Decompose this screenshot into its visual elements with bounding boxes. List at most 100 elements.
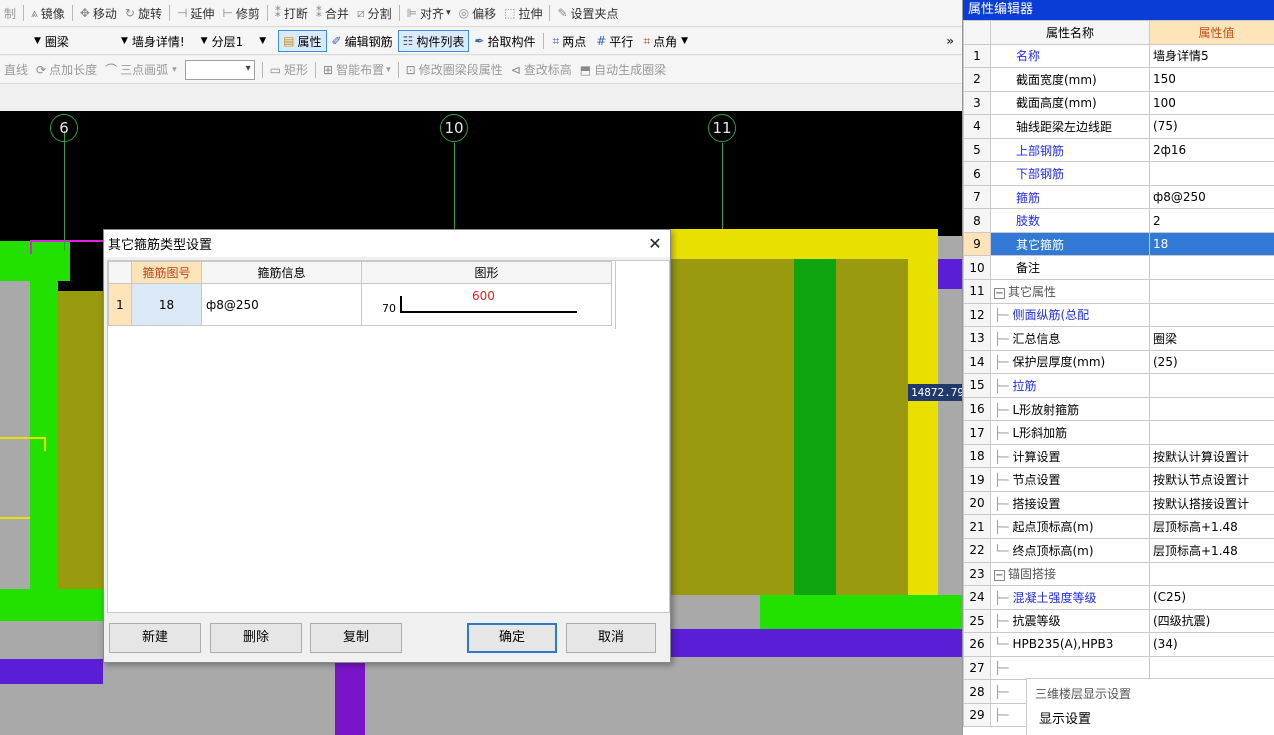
property-row[interactable]: 7 箍筋 ф8@250: [963, 184, 1274, 210]
property-row[interactable]: 4 轴线距梁左边线距 (75): [963, 114, 1274, 139]
property-row[interactable]: 3 截面高度(mm) 100: [963, 90, 1274, 116]
property-name-cell[interactable]: 截面宽度(mm): [990, 67, 1150, 92]
toolbar-overflow-button[interactable]: »: [942, 30, 958, 52]
property-row[interactable]: 22 └─ 终点顶标高(m) 层顶标高+1.48: [963, 538, 1274, 563]
property-name-cell[interactable]: ├─ L形放射箍筋: [990, 396, 1150, 422]
property-name-cell[interactable]: ├─ 起点顶标高(m): [990, 514, 1150, 540]
property-value-cell[interactable]: 墙身详情5: [1149, 43, 1274, 69]
stretch-tool[interactable]: ⬚ 拉伸: [500, 2, 546, 24]
property-name-cell[interactable]: ├─ 汇总信息: [990, 326, 1150, 351]
property-name-cell[interactable]: └─ HPB235(A),HPB3: [990, 632, 1150, 657]
point-angle-button[interactable]: ⌗ 点角 ▼: [638, 30, 693, 52]
two-points-button[interactable]: ⌗ 两点: [547, 30, 591, 52]
edit-rebar-button[interactable]: ✐ 编辑钢筋: [327, 30, 398, 52]
property-value-cell[interactable]: [1149, 420, 1274, 445]
split-tool[interactable]: ⧄ 分割: [353, 2, 396, 24]
table-row[interactable]: 1 18 ф8@250 70 600: [108, 283, 612, 326]
name-combo[interactable]: ▼ 墙身详情!: [117, 31, 189, 51]
stirrup-code-cell[interactable]: 18: [131, 283, 202, 326]
property-value-cell[interactable]: ф8@250: [1149, 184, 1274, 210]
pick-component-button[interactable]: ✒ 拾取构件: [469, 30, 540, 52]
property-row[interactable]: 14 ├─ 保护层厚度(mm) (25): [963, 349, 1274, 375]
column-header-info[interactable]: 箍筋信息: [201, 261, 362, 284]
property-value-cell[interactable]: 150: [1149, 67, 1274, 92]
property-row[interactable]: 23− 锚固搭接: [963, 561, 1274, 587]
check-elevation-tool[interactable]: ⊲ 查改标高: [507, 59, 576, 81]
column-header-shape[interactable]: 图形: [361, 261, 612, 284]
property-value-cell[interactable]: [1149, 161, 1274, 186]
stirrup-shape-cell[interactable]: 70 600: [361, 283, 612, 326]
property-row[interactable]: 21 ├─ 起点顶标高(m) 层顶标高+1.48: [963, 514, 1274, 540]
mirror-tool[interactable]: ⩓ 镜像: [27, 2, 69, 24]
property-name-cell[interactable]: ├─ L形斜加筋: [990, 420, 1150, 445]
property-value-cell[interactable]: 按默认节点设置计: [1149, 467, 1274, 492]
property-value-cell[interactable]: 18: [1149, 231, 1274, 257]
property-value-cell[interactable]: 层顶标高+1.48: [1149, 514, 1274, 540]
property-row[interactable]: 6 下部钢筋: [963, 161, 1274, 186]
copy-tool[interactable]: 制: [0, 2, 20, 24]
property-name-cell[interactable]: ├─: [990, 655, 1150, 681]
point-length-tool[interactable]: ⟳ 点加长度: [32, 59, 101, 81]
property-row[interactable]: 10 备注: [963, 255, 1274, 281]
property-row[interactable]: 26 └─ HPB235(A),HPB3 (34): [963, 632, 1274, 657]
property-row[interactable]: 8 肢数 2: [963, 208, 1274, 233]
merge-tool[interactable]: ⁑ 合并: [312, 2, 353, 24]
property-row[interactable]: 11− 其它属性: [963, 279, 1274, 304]
property-value-cell[interactable]: 圈梁: [1149, 326, 1274, 351]
modify-segment-tool[interactable]: ⊡ 修改圈梁段属性: [402, 59, 507, 81]
rotate-tool[interactable]: ↻ 旋转: [121, 2, 166, 24]
copy-button[interactable]: 复制: [310, 623, 402, 653]
property-value-cell[interactable]: (34): [1149, 632, 1274, 657]
parallel-button[interactable]: # 平行: [591, 30, 638, 52]
trim-tool[interactable]: ⊢ 修剪: [218, 2, 263, 24]
smart-layout-tool[interactable]: ⊞ 智能布置 ▾: [319, 59, 395, 81]
property-row[interactable]: 5 上部钢筋 2ф16: [963, 137, 1274, 163]
extend-tool[interactable]: ⊣ 延伸: [173, 2, 218, 24]
property-name-cell[interactable]: 轴线距梁左边线距: [990, 114, 1150, 139]
property-value-cell[interactable]: [1149, 655, 1274, 681]
layer-combo[interactable]: ▼ 分层1: [197, 31, 248, 51]
property-value-cell[interactable]: 按默认搭接设置计: [1149, 490, 1274, 516]
collapse-icon[interactable]: −: [994, 287, 1005, 299]
property-value-cell[interactable]: 100: [1149, 90, 1274, 116]
property-value-cell[interactable]: 按默认计算设置计: [1149, 443, 1274, 469]
rect-tool[interactable]: ▭ 矩形: [266, 59, 312, 81]
property-value-cell[interactable]: (75): [1149, 114, 1274, 139]
property-name-cell[interactable]: 箍筋: [990, 184, 1150, 210]
break-tool[interactable]: ⁑ 打断: [271, 2, 312, 24]
property-row[interactable]: 9 其它箍筋 18: [963, 231, 1274, 257]
property-name-cell[interactable]: 肢数: [990, 208, 1150, 233]
property-button[interactable]: ▤ 属性: [278, 30, 327, 52]
property-value-cell[interactable]: (25): [1149, 349, 1274, 375]
property-name-cell[interactable]: ├─ 保护层厚度(mm): [990, 349, 1150, 375]
draw-mode-select[interactable]: [184, 59, 255, 80]
line-tool[interactable]: 直线: [0, 59, 32, 81]
property-value-cell[interactable]: (C25): [1149, 585, 1274, 610]
grip-tool[interactable]: ✎ 设置夹点: [553, 2, 622, 24]
property-row[interactable]: 2 截面宽度(mm) 150: [963, 67, 1274, 92]
property-name-cell[interactable]: └─ 终点顶标高(m): [990, 538, 1150, 563]
property-name-cell[interactable]: 截面高度(mm): [990, 90, 1150, 116]
property-value-cell[interactable]: 2ф16: [1149, 137, 1274, 163]
move-tool[interactable]: ✥ 移动: [76, 2, 121, 24]
property-name-cell[interactable]: 下部钢筋: [990, 161, 1150, 186]
property-row[interactable]: 12 ├─ 侧面纵筋(总配: [963, 302, 1274, 328]
property-row[interactable]: 27 ├─: [963, 655, 1274, 681]
property-value-cell[interactable]: [1149, 279, 1274, 304]
property-name-cell[interactable]: ├─ 节点设置: [990, 467, 1150, 492]
property-name-cell[interactable]: ├─ 计算设置: [990, 443, 1150, 469]
property-name-cell[interactable]: − 锚固搭接: [990, 561, 1150, 587]
ok-button[interactable]: 确定: [467, 623, 557, 653]
align-tool[interactable]: ⊫ 对齐 ▾: [403, 2, 455, 24]
property-value-cell[interactable]: [1149, 561, 1274, 587]
column-header-code[interactable]: 箍筋图号: [131, 261, 202, 284]
property-row[interactable]: 1 名称 墙身详情5: [963, 43, 1274, 69]
property-row[interactable]: 25 ├─ 抗震等级 (四级抗震): [963, 608, 1274, 634]
property-name-cell[interactable]: ├─ 拉筋: [990, 373, 1150, 398]
layer-dropdown[interactable]: ▼: [255, 31, 274, 51]
property-row[interactable]: 24 ├─ 混凝土强度等级 (C25): [963, 585, 1274, 610]
property-name-cell[interactable]: ├─ 搭接设置: [990, 490, 1150, 516]
property-name-cell[interactable]: 备注: [990, 255, 1150, 281]
property-row[interactable]: 16 ├─ L形放射箍筋: [963, 396, 1274, 422]
property-name-cell[interactable]: 名称: [990, 43, 1150, 69]
